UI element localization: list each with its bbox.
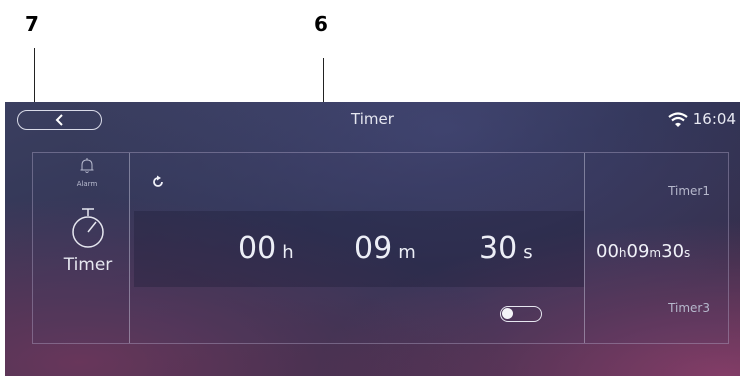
seconds-unit: s xyxy=(523,242,533,263)
toggle-knob xyxy=(502,308,513,319)
preset-timer1[interactable]: Timer1 xyxy=(668,184,710,198)
hours-unit: h xyxy=(282,242,294,263)
seconds-value: 30 xyxy=(479,231,518,266)
reset-icon[interactable] xyxy=(151,175,165,189)
tab-timer-label: Timer xyxy=(63,255,113,275)
clock-time: 16:04 xyxy=(692,110,736,128)
preset-current-time[interactable]: 00h09m30s xyxy=(596,241,690,262)
seconds-group[interactable]: 30 s xyxy=(479,231,533,266)
minutes-value: 09 xyxy=(354,231,393,266)
status-area: 16:04 xyxy=(668,110,736,128)
preset-hours: 00 xyxy=(596,241,619,262)
hours-value: 00 xyxy=(238,231,277,266)
stopwatch-icon xyxy=(72,208,104,248)
right-divider xyxy=(584,153,585,343)
tab-alarm-label: Alarm xyxy=(76,180,98,188)
timer-panel: Alarm Timer 00 h 09 m 30 s Timer1 00h09m… xyxy=(32,152,729,344)
page-title: Timer xyxy=(351,110,394,128)
hours-group[interactable]: 00 h xyxy=(238,231,294,266)
preset-hours-unit: h xyxy=(618,246,627,260)
minutes-group[interactable]: 09 m xyxy=(354,231,416,266)
tab-alarm[interactable]: Alarm xyxy=(47,153,127,197)
status-bar: Timer 16:04 xyxy=(5,102,740,136)
preset-minutes-unit: m xyxy=(649,246,662,260)
time-display[interactable]: 00 h 09 m 30 s xyxy=(134,211,584,287)
callout-7: 7 xyxy=(25,12,39,36)
timer-toggle[interactable] xyxy=(500,306,542,322)
preset-minutes: 09 xyxy=(626,241,650,262)
preset-seconds: 30 xyxy=(661,241,685,262)
preset-timer3[interactable]: Timer3 xyxy=(668,301,710,315)
preset-seconds-unit: s xyxy=(684,246,691,260)
tab-timer[interactable]: Timer xyxy=(43,207,133,275)
bell-icon xyxy=(80,158,94,173)
timer-screen: Timer 16:04 Alarm Timer 00 h 09 m 30 s T… xyxy=(5,102,740,376)
wifi-icon xyxy=(668,111,688,127)
minutes-unit: m xyxy=(398,242,416,263)
callout-6: 6 xyxy=(314,12,328,36)
